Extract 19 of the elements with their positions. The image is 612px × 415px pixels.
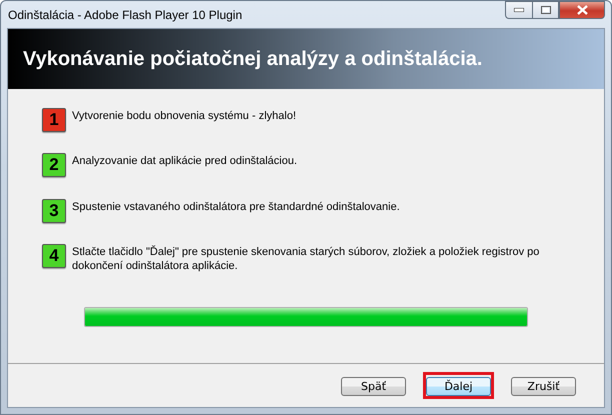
minimize-button[interactable] — [505, 1, 532, 19]
step-number-badge: 3 — [42, 198, 66, 222]
dialog-button[interactable]: Ďalej — [426, 377, 491, 396]
maximize-button[interactable] — [532, 1, 559, 19]
step-text: Analyzovanie dat aplikácie pred odinštaláciou. — [72, 154, 298, 168]
step-number-badge: 4 — [42, 244, 66, 268]
close-icon — [576, 5, 588, 15]
step-number-badge: 1 — [42, 108, 66, 132]
dialog-button[interactable]: Zrušiť — [511, 377, 576, 396]
window-title: Odinštalácia - Adobe Flash Player 10 Plugin — [7, 8, 244, 22]
minimize-icon — [514, 8, 524, 12]
step-text: Spustenie vstavaného odinštalátora pre štandardné odinštalovanie. — [72, 200, 400, 214]
dialog-button[interactable]: Späť — [341, 377, 406, 396]
header-title: Vykonávanie počiatočnej analýzy a odinštalácia. — [23, 48, 482, 70]
maximize-icon — [540, 6, 550, 14]
step-number-badge: 2 — [42, 153, 66, 178]
close-button[interactable] — [559, 1, 605, 19]
step-text: Vytvorenie bodu obnovenia systému - zlyhalo! — [72, 109, 296, 123]
step-text: Stlačte tlačidlo "Ďalej" pre spustenie skenovania starých súborov, zložiek a položiek registrov po dokončení odinštalátora aplikácie. — [72, 244, 540, 273]
